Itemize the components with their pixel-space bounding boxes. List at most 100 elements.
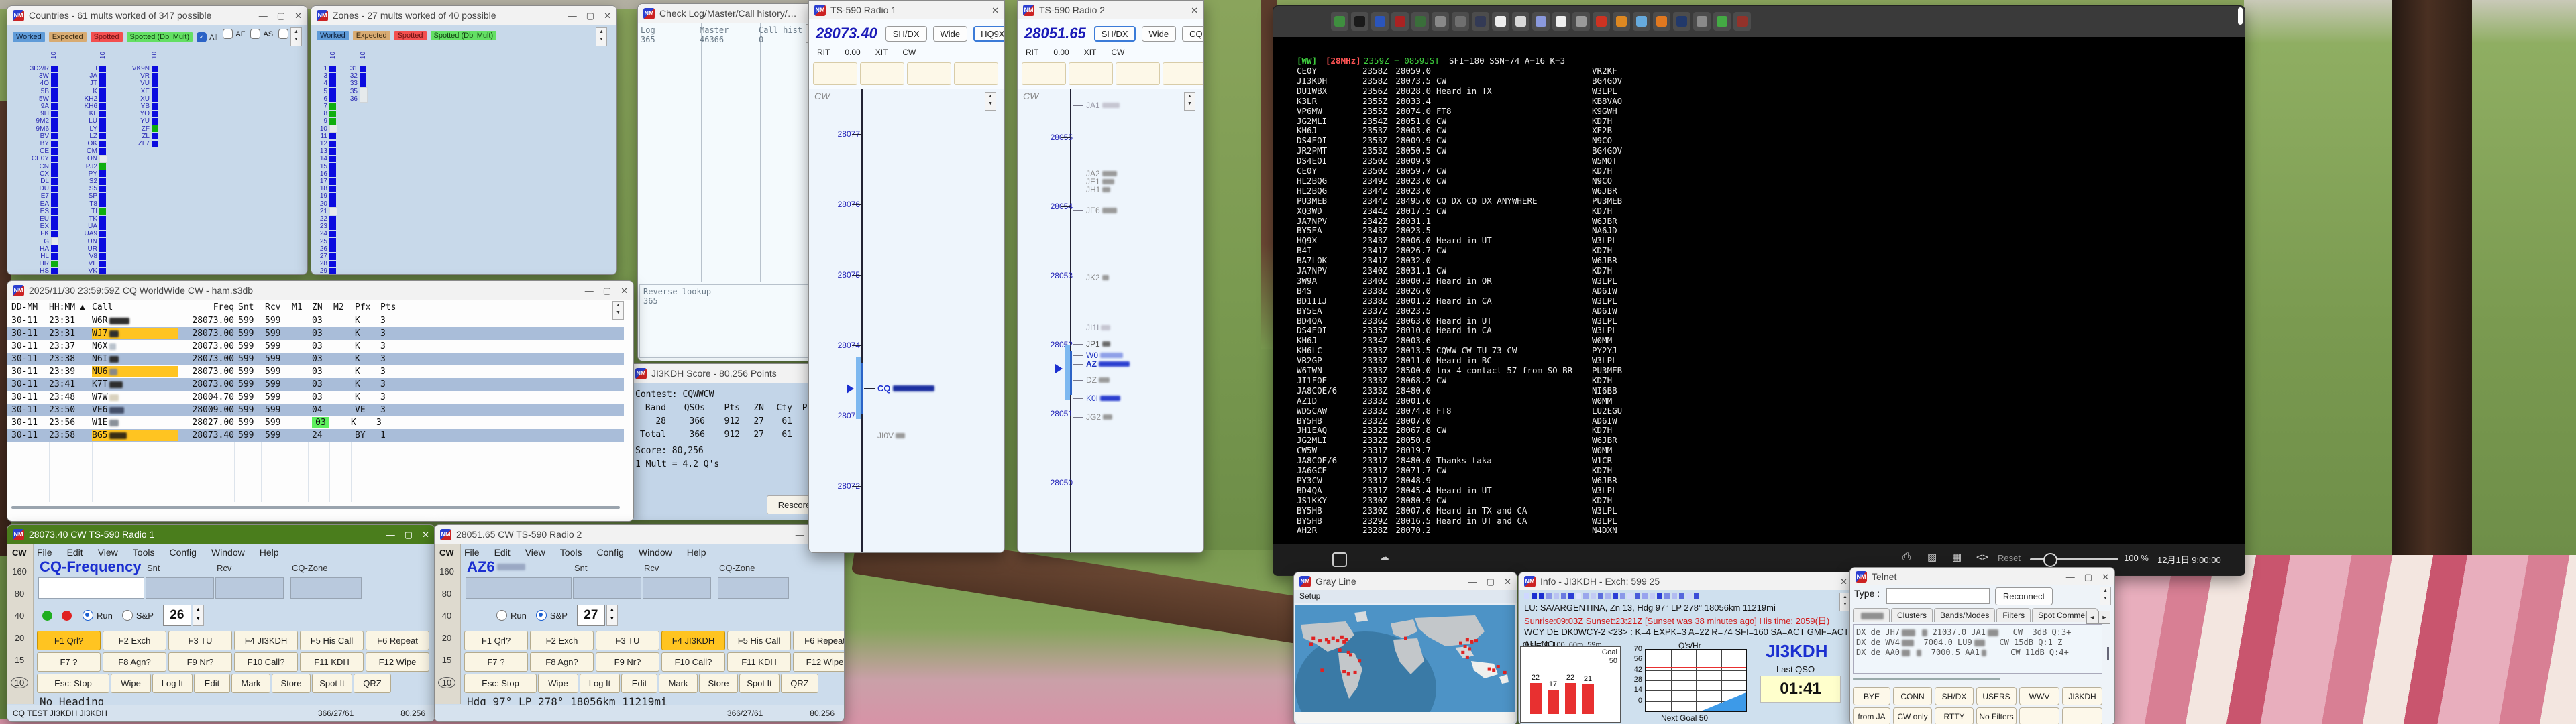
- app-icon[interactable]: [1572, 12, 1590, 31]
- band-item-160[interactable]: 160: [7, 566, 32, 577]
- mult-item[interactable]: HL: [18, 253, 58, 260]
- maximize-button[interactable]: ▢: [1487, 577, 1495, 586]
- log-column-header[interactable]: Call: [92, 302, 178, 312]
- log-row[interactable]: 30-1123:37N6X28073.0059959903K3: [7, 340, 624, 353]
- pause-icon[interactable]: [1332, 552, 1347, 567]
- fkey-f3[interactable]: F3 TU: [168, 631, 232, 650]
- mult-item[interactable]: 25: [313, 238, 336, 245]
- log-row[interactable]: 30-1123:38N6I28073.0059959903K3: [7, 353, 624, 365]
- action-mark[interactable]: Mark: [659, 674, 698, 693]
- score-titlebar[interactable]: NM JI3KDH Score - 80,256 Points ✕: [630, 364, 828, 383]
- fkey-f9[interactable]: F9 Nr?: [596, 652, 659, 672]
- fkey-f3[interactable]: F3 TU: [596, 631, 659, 650]
- minimize-button[interactable]: —: [2066, 572, 2075, 581]
- mult-item[interactable]: ZL7: [119, 140, 158, 147]
- mult-item[interactable]: CN: [18, 163, 58, 170]
- app-icon[interactable]: [1633, 12, 1650, 31]
- mult-item[interactable]: 18: [313, 185, 336, 192]
- app-icon[interactable]: [1693, 12, 1711, 31]
- callsign-input[interactable]: [38, 577, 144, 599]
- maximize-button[interactable]: ▢: [405, 530, 413, 539]
- fkey-f11[interactable]: F11 KDH: [300, 652, 364, 672]
- mult-item[interactable]: PJ2: [66, 163, 106, 170]
- app-icon[interactable]: [1733, 12, 1751, 31]
- mult-item[interactable]: LU: [66, 117, 106, 125]
- fkey-f1[interactable]: F1 Qrl?: [464, 631, 528, 650]
- radio-button-wide[interactable]: Wide: [1142, 26, 1177, 42]
- mult-item[interactable]: 9M2: [18, 117, 58, 125]
- app-icon[interactable]: [1351, 12, 1368, 31]
- mult-item[interactable]: CE0Y: [18, 155, 58, 162]
- tab-scroll-left-icon[interactable]: ◄: [2086, 611, 2098, 624]
- radio-button-wide[interactable]: Wide: [933, 26, 968, 42]
- code-icon[interactable]: <>: [1976, 551, 1988, 563]
- telnet-macro-wwv[interactable]: WWV: [2019, 687, 2059, 705]
- log-column-header[interactable]: Freq: [178, 302, 238, 312]
- fkey-f1[interactable]: F1 Qrl?: [37, 631, 101, 650]
- band-item-20[interactable]: 20: [435, 633, 459, 643]
- grid-icon[interactable]: ▦: [1952, 551, 1962, 563]
- memory-slot[interactable]: [1022, 62, 1066, 85]
- app-icon[interactable]: [1331, 12, 1348, 31]
- scroll-spinner[interactable]: ▲▼: [985, 92, 996, 111]
- cluster-spot-list[interactable]: [WW][28MHz]2359Z = 0859JSTSFI=180 SSN=74…: [1273, 37, 2237, 544]
- app-icon[interactable]: [1472, 12, 1489, 31]
- mult-item[interactable]: 17: [313, 178, 336, 185]
- mult-item[interactable]: 12: [313, 140, 336, 147]
- action-store[interactable]: Store: [699, 674, 738, 693]
- telnet-address-input[interactable]: [1886, 588, 1990, 604]
- log-column-header[interactable]: Snt: [238, 302, 265, 312]
- log-row[interactable]: 30-1123:56W1E28027.0059959903K3: [7, 416, 624, 429]
- camera-icon[interactable]: ⎙: [1902, 551, 1911, 562]
- menu-help[interactable]: Help: [260, 547, 279, 558]
- memory-slot[interactable]: [813, 62, 857, 85]
- mult-item[interactable]: 10: [313, 125, 337, 133]
- bandmap[interactable]: CW▲▼280772807628075280742807328072CQJI0V: [809, 89, 1004, 552]
- action-spot-it[interactable]: Spot It: [739, 674, 780, 693]
- bandmap-spot[interactable]: JI1I: [1073, 323, 1110, 333]
- sp-radio[interactable]: S&P: [536, 610, 568, 621]
- mult-item[interactable]: 36: [343, 95, 368, 103]
- mult-item[interactable]: VU: [119, 80, 158, 87]
- zoom-slider-knob[interactable]: [2043, 553, 2057, 567]
- bandmap-spot[interactable]: JG2: [1073, 412, 1112, 422]
- mult-item[interactable]: 32: [343, 72, 366, 80]
- app-icon[interactable]: [1452, 12, 1469, 31]
- mult-item[interactable]: 15: [313, 163, 336, 170]
- mult-item[interactable]: EU: [18, 215, 58, 223]
- scroll-spinner[interactable]: ▲▼: [596, 27, 607, 46]
- action-log-it[interactable]: Log It: [580, 674, 620, 693]
- mult-item[interactable]: 3W: [18, 72, 58, 80]
- fkey-f2[interactable]: F2 Exch: [530, 631, 594, 650]
- cq-marker[interactable]: CQ: [864, 383, 934, 394]
- mult-item[interactable]: K: [66, 88, 106, 95]
- mult-item[interactable]: VR: [119, 72, 158, 80]
- bandmap-spot[interactable]: JA1: [1073, 101, 1120, 110]
- mult-item[interactable]: 20: [313, 200, 336, 208]
- reconnect-button[interactable]: Reconnect: [1995, 587, 2053, 605]
- tab-bands-modes[interactable]: Bands/Modes: [1934, 608, 1995, 622]
- mult-item[interactable]: UN: [66, 238, 106, 245]
- reset-label[interactable]: Reset: [1998, 553, 2021, 563]
- menu-file[interactable]: File: [37, 547, 52, 558]
- telnet-macro-sh-dx[interactable]: SH/DX: [1935, 687, 1974, 705]
- mult-item[interactable]: YB: [119, 103, 158, 110]
- mult-item[interactable]: ZL: [119, 133, 158, 140]
- action-edit[interactable]: Edit: [194, 674, 230, 693]
- mult-item[interactable]: 3: [313, 72, 336, 80]
- fkey-f6[interactable]: F6 Repeat: [793, 631, 845, 650]
- app-icon[interactable]: [1432, 12, 1449, 31]
- check-titlebar[interactable]: NM Check Log/Master/Call history/Reverse…: [638, 4, 820, 23]
- memory-slot[interactable]: [907, 62, 951, 85]
- scroll-spinner[interactable]: ▲▼: [612, 301, 624, 320]
- app-icon[interactable]: [1532, 12, 1550, 31]
- mult-item[interactable]: T8: [66, 200, 106, 208]
- mult-item[interactable]: TK: [66, 215, 106, 223]
- info-titlebar[interactable]: NM Info - JI3KDH - Exch: 599 25 ✕: [1519, 572, 1853, 591]
- fkey-f2[interactable]: F2 Exch: [103, 631, 166, 650]
- memory-slot[interactable]: [954, 62, 998, 85]
- mult-item[interactable]: 29: [313, 267, 336, 275]
- setup-menu[interactable]: Setup: [1299, 591, 1320, 601]
- zone-spinner[interactable]: ▲▼: [606, 605, 618, 626]
- action-store[interactable]: Store: [272, 674, 311, 693]
